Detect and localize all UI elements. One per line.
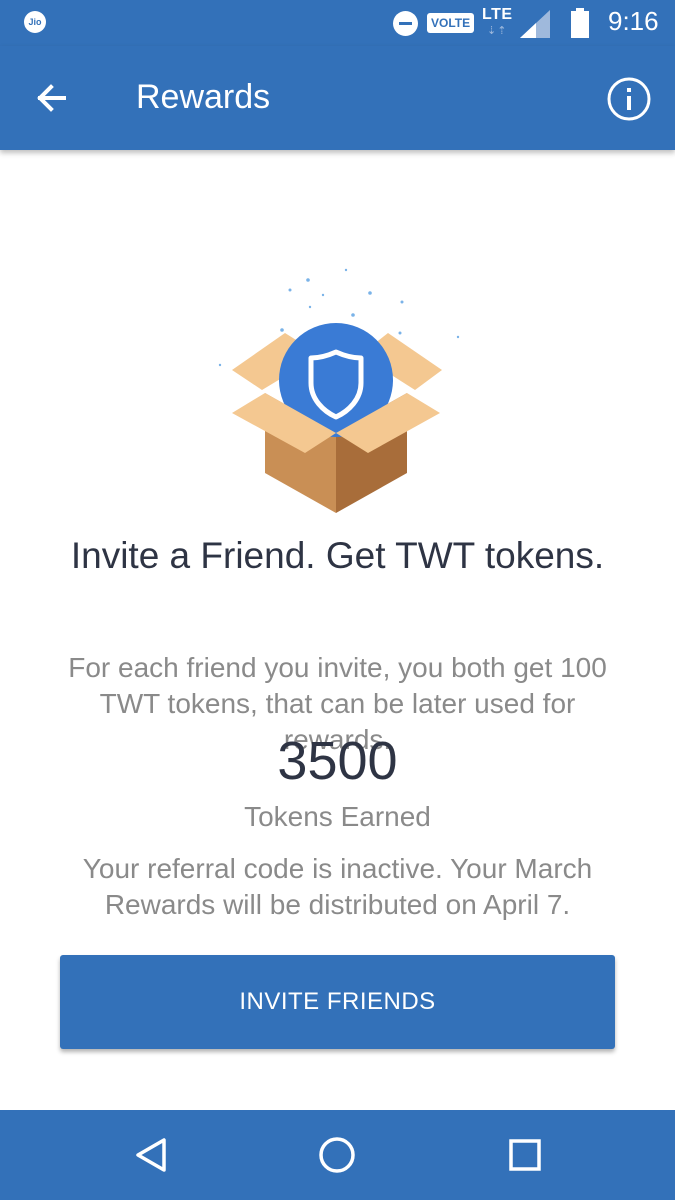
invite-headline: Invite a Friend. Get TWT tokens. (70, 535, 605, 576)
rewards-screen: Jio VOLTE LTE ⇣⇡ 9:16 Rewards Invite a F… (0, 0, 675, 1200)
tokens-earned-value: 3500 (277, 731, 398, 791)
nav-back-icon[interactable] (128, 1132, 174, 1178)
app-bar: Rewards (0, 46, 675, 150)
referral-status-text: Your referral code is inactive. Your Mar… (82, 853, 593, 920)
data-activity-icon: ⇣⇡ (487, 25, 508, 37)
page-title: Rewards (136, 78, 271, 116)
tokens-earned-label: Tokens Earned (244, 801, 431, 832)
nav-home-icon[interactable] (314, 1132, 360, 1178)
status-bar: Jio VOLTE LTE ⇣⇡ 9:16 (0, 0, 675, 46)
back-arrow-icon[interactable] (28, 74, 76, 122)
carrier-logo: Jio (24, 11, 46, 33)
network-type: LTE (482, 6, 513, 23)
do-not-disturb-icon (393, 11, 418, 36)
invite-friends-button[interactable]: INVITE FRIENDS (60, 955, 615, 1049)
nav-recents-icon[interactable] (502, 1132, 548, 1178)
battery-icon (571, 8, 589, 38)
status-time: 9:16 (608, 6, 659, 36)
signal-icon (520, 10, 550, 38)
volte-badge: VOLTE (427, 13, 475, 33)
info-icon[interactable] (606, 76, 652, 122)
reward-box-illustration (218, 268, 460, 513)
system-nav-bar (0, 1110, 675, 1200)
